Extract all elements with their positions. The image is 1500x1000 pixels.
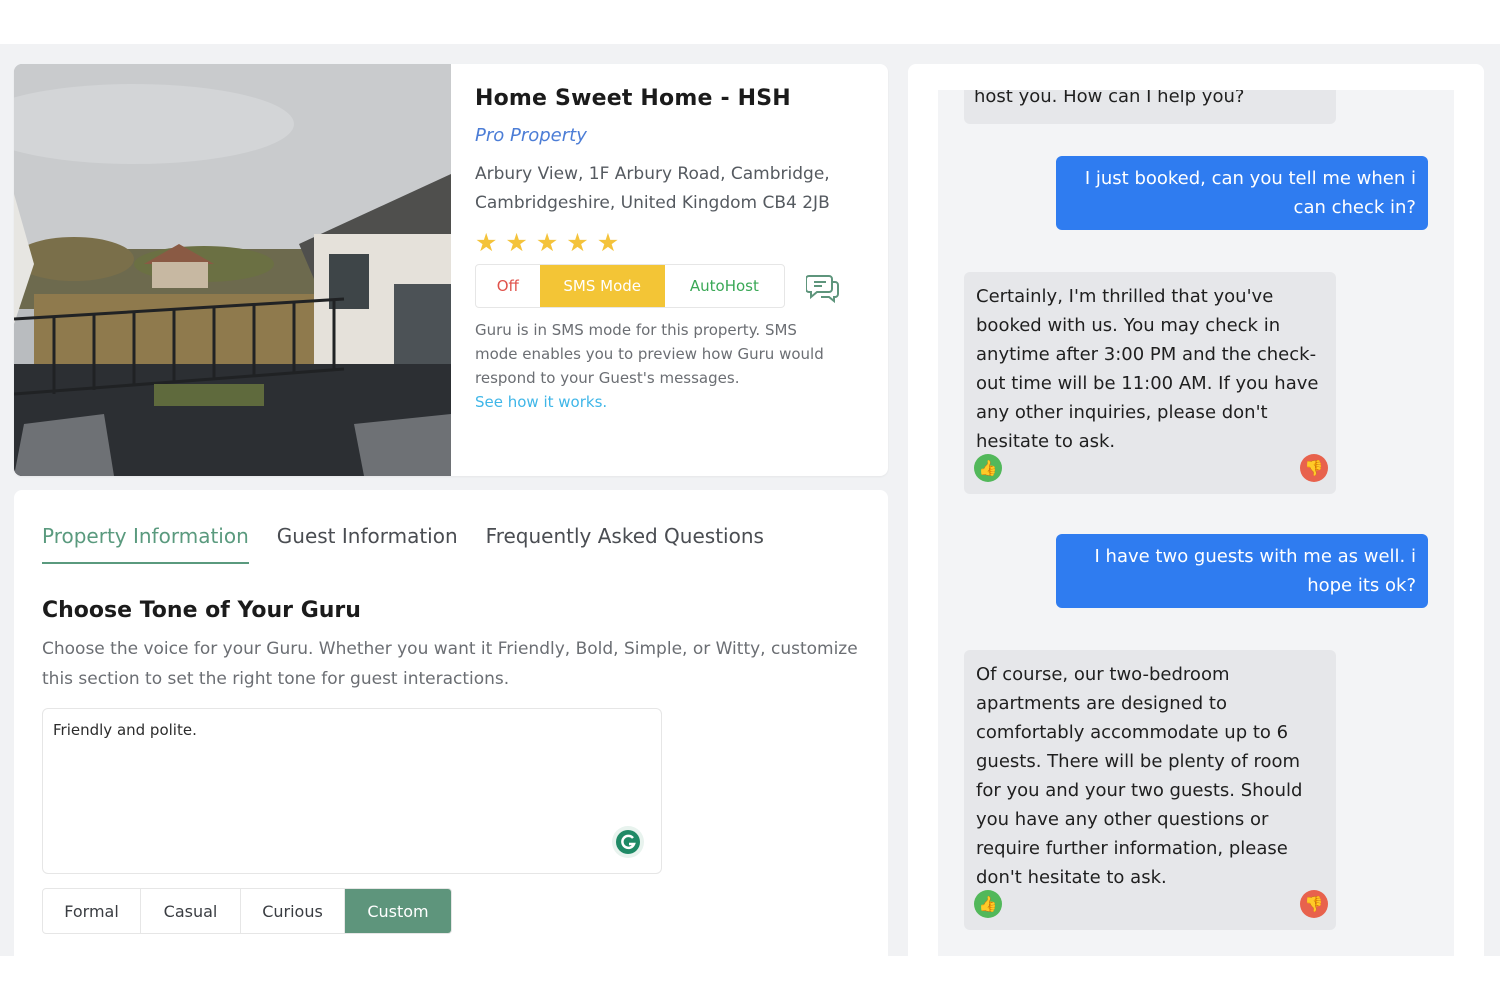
- star-icon: ★: [475, 228, 498, 257]
- chat-scroll-area[interactable]: host you. How can I help you? I just boo…: [938, 90, 1454, 956]
- bottom-margin: [0, 956, 1500, 1000]
- chat-preview-panel: host you. How can I help you? I just boo…: [908, 64, 1484, 956]
- star-icon: ★: [505, 228, 528, 257]
- bot-message: Of course, our two-bedroom apartments ar…: [964, 650, 1336, 930]
- tone-formal-button[interactable]: Formal: [43, 889, 141, 933]
- star-icon: ★: [596, 228, 620, 257]
- tab-faq[interactable]: Frequently Asked Questions: [486, 524, 764, 564]
- tone-textarea[interactable]: Friendly and polite.: [42, 708, 662, 874]
- see-how-it-works-link[interactable]: See how it works.: [475, 390, 840, 414]
- property-address: Arbury View, 1F Arbury Road, Cambridge, …: [475, 164, 830, 213]
- tone-curious-button[interactable]: Curious: [241, 889, 345, 933]
- app-canvas: Home Sweet Home - HSH Pro Property Arbur…: [0, 44, 1500, 956]
- grammarly-icon[interactable]: [611, 825, 645, 859]
- settings-tabs: Property Information Guest Information F…: [42, 524, 792, 564]
- mode-row: Off SMS Mode AutoHost: [475, 264, 875, 308]
- tone-custom-button[interactable]: Custom: [345, 889, 451, 933]
- bot-message-text: Certainly, I'm thrilled that you've book…: [976, 286, 1319, 452]
- mode-description: Guru is in SMS mode for this property. S…: [475, 318, 840, 414]
- mode-sms-button[interactable]: SMS Mode: [539, 265, 665, 307]
- bot-message-text: host you. How can I help you?: [974, 90, 1245, 107]
- user-message: I have two guests with me as well. i hop…: [1056, 534, 1428, 608]
- pro-property-badge: Pro Property: [475, 125, 587, 146]
- mode-description-text: Guru is in SMS mode for this property. S…: [475, 321, 824, 387]
- mode-autohost-button[interactable]: AutoHost: [665, 265, 784, 307]
- star-icon: ★: [566, 228, 589, 257]
- bot-message: host you. How can I help you?: [964, 90, 1336, 124]
- tab-property-information[interactable]: Property Information: [42, 524, 249, 564]
- user-message: I just booked, can you tell me when i ca…: [1056, 156, 1428, 230]
- property-photo: [14, 64, 451, 476]
- property-title: Home Sweet Home - HSH: [475, 86, 791, 111]
- settings-panel: Property Information Guest Information F…: [14, 490, 888, 956]
- chat-bubbles-icon[interactable]: [805, 270, 840, 304]
- mode-off-button[interactable]: Off: [476, 265, 540, 307]
- property-card: Home Sweet Home - HSH Pro Property Arbur…: [14, 64, 888, 476]
- tone-section-description: Choose the voice for your Guru. Whether …: [42, 639, 858, 689]
- thumbs-up-icon[interactable]: 👍: [974, 454, 1002, 482]
- rating-stars: ★ ★ ★ ★ ★: [475, 230, 875, 256]
- tone-casual-button[interactable]: Casual: [141, 889, 241, 933]
- property-info: Home Sweet Home - HSH Pro Property Arbur…: [475, 86, 875, 414]
- tone-section-title: Choose Tone of Your Guru: [42, 598, 361, 623]
- user-message-text: I just booked, can you tell me when i ca…: [1084, 168, 1416, 218]
- tab-guest-information[interactable]: Guest Information: [277, 524, 458, 564]
- tone-options: Formal Casual Curious Custom: [42, 888, 452, 934]
- tone-textarea-value: Friendly and polite.: [53, 721, 197, 739]
- bot-message: Certainly, I'm thrilled that you've book…: [964, 272, 1336, 494]
- thumbs-down-icon[interactable]: 👎: [1300, 454, 1328, 482]
- user-message-text: I have two guests with me as well. i hop…: [1094, 546, 1417, 596]
- bot-message-text: Of course, our two-bedroom apartments ar…: [976, 664, 1303, 888]
- thumbs-up-icon[interactable]: 👍: [974, 890, 1002, 918]
- thumbs-down-icon[interactable]: 👎: [1300, 890, 1328, 918]
- star-icon: ★: [535, 228, 559, 257]
- top-margin: [0, 0, 1500, 44]
- mode-selector: Off SMS Mode AutoHost: [475, 264, 785, 308]
